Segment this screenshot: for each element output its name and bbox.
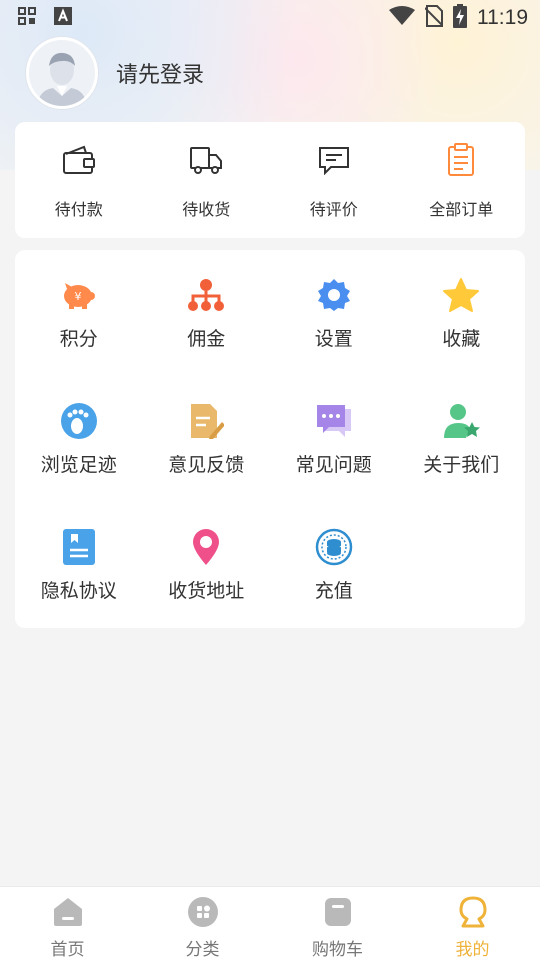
battery-charging-icon: [453, 3, 467, 33]
star-icon: [442, 276, 480, 314]
services-card: ¥ 积分 佣金 设置 收藏 浏览足迹 意见反馈 常见问题 关于我们 隐私协议 收…: [15, 250, 525, 628]
comment-icon: [316, 142, 352, 178]
cart-icon: [320, 895, 356, 929]
order-label: 全部订单: [429, 200, 494, 219]
footprint-icon: [60, 402, 98, 440]
service-recharge[interactable]: 充值: [270, 528, 398, 654]
order-label: 待收货: [182, 200, 231, 219]
service-label: 意见反馈: [168, 454, 245, 476]
tab-label: 购物车: [312, 940, 363, 960]
home-icon: [50, 895, 86, 929]
service-feedback[interactable]: 意见反馈: [143, 402, 271, 528]
clipboard-icon: [443, 142, 479, 178]
piggy-bank-icon: ¥: [60, 276, 98, 314]
service-label: 佣金: [187, 328, 226, 350]
tab-label: 分类: [185, 940, 220, 960]
service-label: 设置: [314, 328, 353, 350]
location-pin-icon: [187, 528, 225, 566]
default-avatar-icon: [37, 52, 87, 106]
service-label: 收藏: [442, 328, 481, 350]
service-label: 积分: [59, 328, 98, 350]
service-label: 浏览足迹: [40, 454, 117, 476]
order-pending-review[interactable]: 待评价: [270, 122, 398, 238]
apps-icon: [18, 6, 36, 30]
category-icon: [185, 895, 221, 929]
service-settings[interactable]: 设置: [270, 276, 398, 402]
status-bar: 11:19: [0, 0, 540, 36]
clock-time: 11:19: [477, 6, 528, 29]
service-label: 充值: [314, 580, 353, 602]
service-label: 常见问题: [295, 454, 372, 476]
login-prompt[interactable]: 请先登录: [116, 57, 204, 89]
service-commission[interactable]: 佣金: [143, 276, 271, 402]
tab-category[interactable]: 分类: [135, 887, 270, 960]
tab-cart[interactable]: 购物车: [270, 887, 405, 960]
truck-icon: [188, 142, 224, 178]
document-icon: [60, 528, 98, 566]
order-pending-payment[interactable]: 待付款: [15, 122, 143, 238]
service-history[interactable]: 浏览足迹: [15, 402, 143, 528]
profile-icon: [455, 895, 491, 929]
faq-icon: [315, 402, 353, 440]
order-all[interactable]: 全部订单: [398, 122, 526, 238]
service-favorites[interactable]: 收藏: [398, 276, 526, 402]
no-sim-icon: [424, 4, 444, 32]
service-address[interactable]: 收货地址: [143, 528, 271, 654]
tab-label: 我的: [455, 940, 490, 960]
service-label: 关于我们: [423, 454, 500, 476]
order-label: 待付款: [54, 200, 103, 219]
tab-label: 首页: [50, 940, 85, 960]
service-label: 收货地址: [168, 580, 245, 602]
coin-icon: [315, 528, 353, 566]
font-notification-icon: [54, 6, 72, 30]
service-privacy[interactable]: 隐私协议: [15, 528, 143, 654]
svg-text:¥: ¥: [74, 290, 81, 303]
gear-icon: [315, 276, 353, 314]
tab-mine[interactable]: 我的: [405, 887, 540, 960]
service-about[interactable]: 关于我们: [398, 402, 526, 528]
service-points[interactable]: ¥ 积分: [15, 276, 143, 402]
wifi-icon: [389, 5, 415, 31]
service-label: 隐私协议: [40, 580, 117, 602]
order-pending-receipt[interactable]: 待收货: [143, 122, 271, 238]
feedback-icon: [187, 402, 225, 440]
tab-home[interactable]: 首页: [0, 887, 135, 960]
profile-header[interactable]: 请先登录: [26, 37, 204, 109]
order-label: 待评价: [309, 200, 358, 219]
org-chart-icon: [187, 276, 225, 314]
service-faq[interactable]: 常见问题: [270, 402, 398, 528]
user-star-icon: [442, 402, 481, 440]
bottom-tab-bar: 首页 分类 购物车 我的: [0, 886, 540, 960]
avatar[interactable]: [26, 37, 98, 109]
orders-card: 待付款 待收货 待评价 全部订单: [15, 122, 525, 238]
wallet-icon: [61, 142, 97, 178]
